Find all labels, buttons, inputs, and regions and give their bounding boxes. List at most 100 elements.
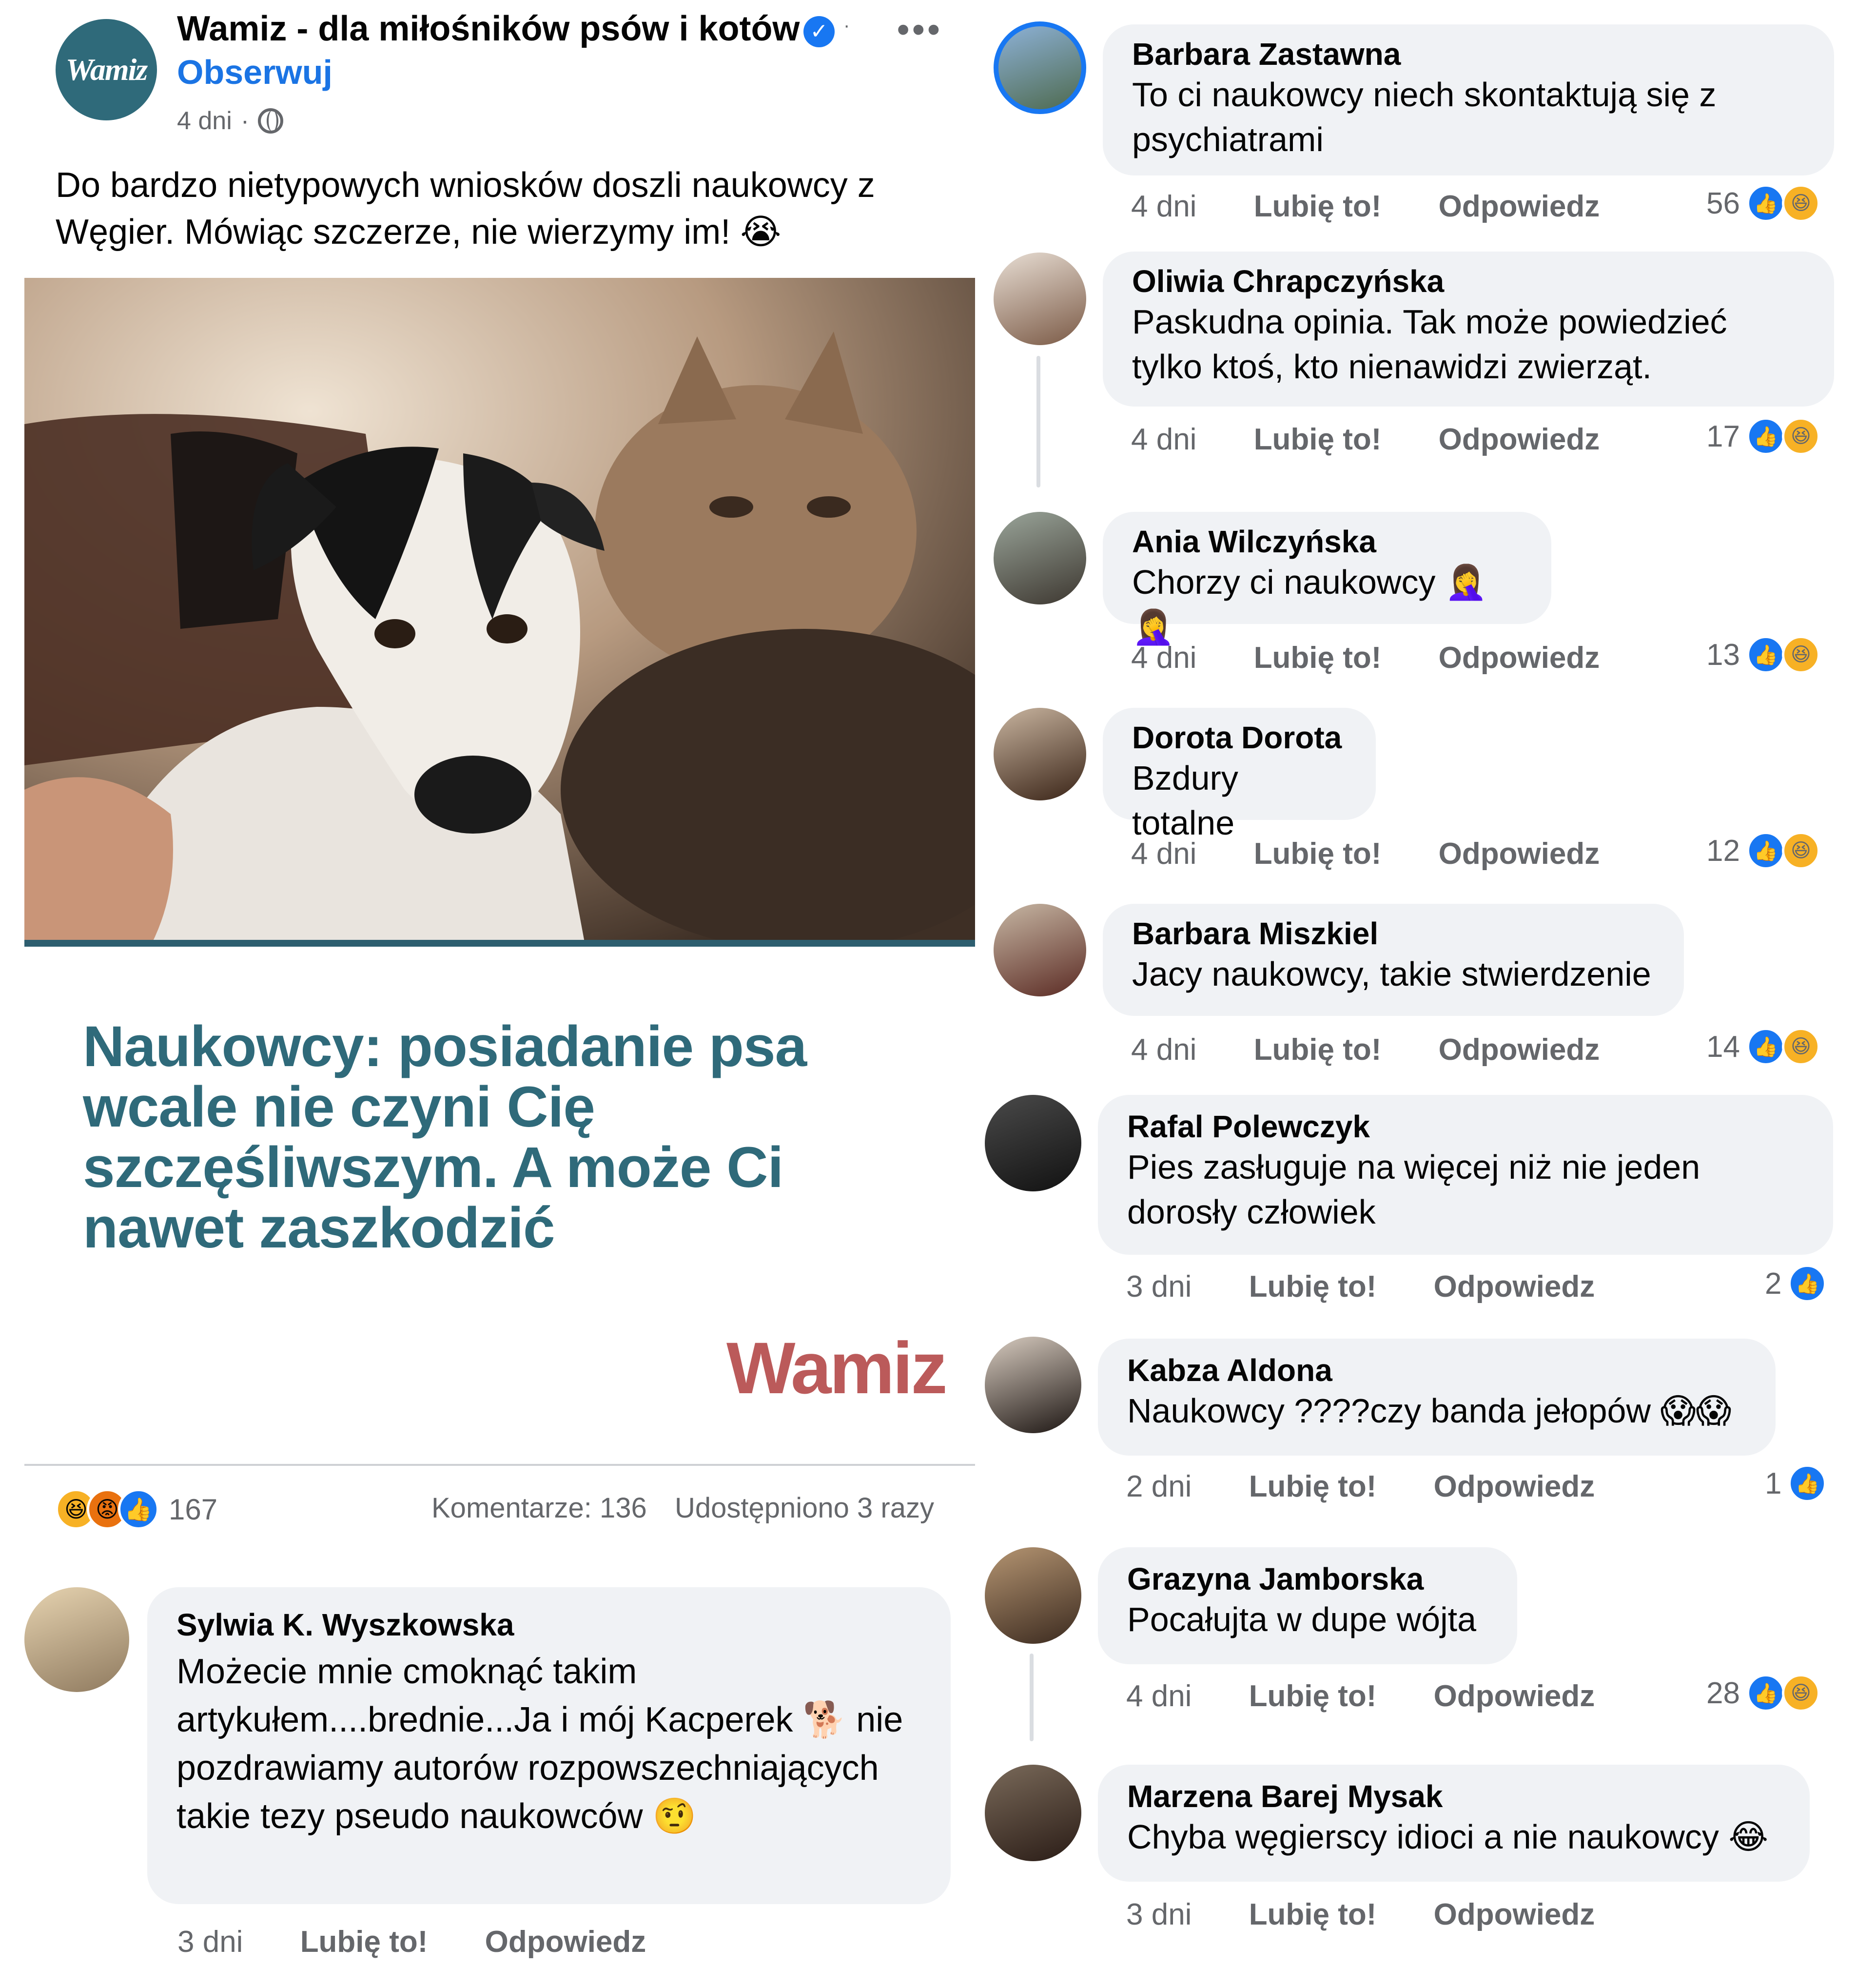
reply-comment-button[interactable]: Odpowiedz	[1439, 423, 1600, 456]
like-reaction-icon: 👍	[1746, 1674, 1785, 1712]
comment-reactions[interactable]: 28 👍 😆	[1706, 1674, 1820, 1712]
like-reaction-icon: 👍	[1746, 417, 1785, 455]
comment-text: Chorzy ci naukowcy 🤦‍♀️🤦‍♀️	[1132, 563, 1488, 646]
post-image[interactable]	[24, 278, 975, 945]
haha-reaction-icon: 😆	[1781, 832, 1820, 870]
comment-time[interactable]: 3 dni	[177, 1925, 243, 1959]
globe-icon	[258, 108, 284, 134]
comment-author[interactable]: Rafal Polewczyk	[1127, 1109, 1804, 1145]
post-meta: 4 dni ·	[177, 106, 284, 136]
comment-time[interactable]: 4 dni	[1131, 190, 1196, 223]
reply-comment-button[interactable]: Odpowiedz	[1439, 190, 1600, 223]
post-reactions[interactable]: 😆 😡 👍 167	[56, 1489, 217, 1530]
comment-author[interactable]: Sylwia K. Wyszkowska	[176, 1607, 921, 1643]
commenter-avatar[interactable]	[994, 21, 1086, 114]
haha-reaction-icon: 😆	[1781, 1028, 1820, 1066]
like-comment-button[interactable]: Lubię to!	[1249, 1679, 1377, 1713]
comment-author[interactable]: Grazyna Jamborska	[1127, 1561, 1488, 1597]
like-comment-button[interactable]: Lubię to!	[1254, 837, 1382, 871]
comment-reactions[interactable]: 13 👍 😆	[1706, 636, 1820, 674]
like-comment-button[interactable]: Lubię to!	[1249, 1270, 1377, 1304]
commenter-avatar[interactable]	[994, 904, 1086, 996]
comment-reaction-count: 13	[1706, 638, 1740, 672]
page-avatar[interactable]: Wamiz	[56, 19, 157, 120]
comment-reactions[interactable]: 56 👍 😆	[1706, 184, 1820, 222]
comment-reactions[interactable]: 1 👍	[1765, 1464, 1827, 1502]
comment-time[interactable]: 4 dni	[1126, 1679, 1192, 1713]
commenter-avatar[interactable]	[985, 1095, 1081, 1191]
commenter-avatar[interactable]	[994, 708, 1086, 800]
like-reaction-icon: 👍	[1746, 184, 1785, 222]
reply-comment-button[interactable]: Odpowiedz	[1434, 1270, 1595, 1304]
comment-author[interactable]: Barbara Zastawna	[1132, 36, 1805, 72]
haha-reaction-icon: 😆	[1781, 1674, 1820, 1712]
comment-time[interactable]: 4 dni	[1131, 1033, 1196, 1067]
more-options-icon[interactable]: •••	[897, 10, 943, 50]
shares-count-link[interactable]: Udostępniono 3 razy	[675, 1492, 934, 1524]
comment-time[interactable]: 4 dni	[1131, 837, 1196, 871]
comment-author[interactable]: Barbara Miszkiel	[1132, 915, 1655, 952]
comment-bubble: Barbara Zastawna To ci naukowcy niech sk…	[1103, 24, 1834, 175]
comment-reactions[interactable]: 2 👍	[1765, 1265, 1827, 1303]
comment-author[interactable]: Oliwia Chrapczyńska	[1132, 263, 1805, 299]
comment-time[interactable]: 4 dni	[1131, 423, 1196, 456]
comment-bubble: Grazyna Jamborska Pocałujta w dupe wójta	[1098, 1547, 1517, 1664]
comment-reactions[interactable]: 17 👍 😆	[1706, 417, 1820, 455]
reply-comment-button[interactable]: Odpowiedz	[1439, 1033, 1600, 1067]
commenter-avatar[interactable]	[24, 1587, 129, 1692]
like-comment-button[interactable]: Lubię to!	[1254, 190, 1382, 223]
comment-meta: 2 dni Lubię to! Odpowiedz	[1126, 1469, 1595, 1504]
comment-text: Naukowcy ????czy banda jełopów 😱😱	[1127, 1392, 1732, 1430]
comment-reaction-count: 17	[1706, 419, 1740, 453]
comment-bubble: Ania Wilczyńska Chorzy ci naukowcy 🤦‍♀️🤦…	[1103, 512, 1551, 646]
comment-time[interactable]: 2 dni	[1126, 1470, 1192, 1503]
comment-bubble: Barbara Miszkiel Jacy naukowcy, takie st…	[1103, 904, 1684, 1016]
comment-time[interactable]: 4 dni	[1131, 641, 1196, 675]
comment-bubble: Rafal Polewczyk Pies zasługuje na więcej…	[1098, 1095, 1833, 1255]
comment-reaction-count: 1	[1765, 1466, 1782, 1500]
verified-badge-icon: ✓	[803, 16, 835, 47]
post-divider	[24, 1464, 975, 1466]
thread-line	[1030, 1654, 1034, 1741]
comment-author[interactable]: Ania Wilczyńska	[1132, 524, 1522, 560]
like-comment-button[interactable]: Lubię to!	[1254, 641, 1382, 675]
like-reaction-icon: 👍	[1788, 1265, 1827, 1303]
commenter-avatar[interactable]	[985, 1547, 1081, 1644]
like-comment-button[interactable]: Lubię to!	[1249, 1470, 1377, 1503]
reply-comment-button[interactable]: Odpowiedz	[1439, 641, 1600, 675]
reply-comment-button[interactable]: Odpowiedz	[1434, 1898, 1595, 1931]
comment-reactions[interactable]: 12 👍 😆	[1706, 832, 1820, 870]
follow-button[interactable]: Obserwuj	[177, 53, 332, 92]
commenter-avatar[interactable]	[985, 1337, 1081, 1433]
post-time[interactable]: 4 dni	[177, 106, 232, 136]
comment-author[interactable]: Kabza Aldona	[1127, 1352, 1746, 1388]
like-comment-button[interactable]: Lubię to!	[1249, 1898, 1377, 1931]
page-name[interactable]: Wamiz - dla miłośników psów i kotów	[177, 9, 800, 49]
like-comment-button[interactable]: Lubię to!	[1254, 1033, 1382, 1067]
comment-time[interactable]: 3 dni	[1126, 1898, 1192, 1931]
reply-comment-button[interactable]: Odpowiedz	[485, 1925, 646, 1959]
reply-comment-button[interactable]: Odpowiedz	[1434, 1679, 1595, 1713]
separator-dot: ·	[843, 15, 850, 36]
comment-text: Pocałujta w dupe wójta	[1127, 1600, 1476, 1638]
like-comment-button[interactable]: Lubię to!	[300, 1925, 428, 1959]
article-headline[interactable]: Naukowcy: posiadanie psa wcale nie czyni…	[83, 1016, 912, 1258]
reply-comment-button[interactable]: Odpowiedz	[1439, 837, 1600, 871]
comment-bubble: Dorota Dorota Bzdury totalne	[1103, 708, 1376, 842]
commenter-avatar[interactable]	[994, 253, 1086, 345]
commenter-avatar[interactable]	[994, 512, 1086, 604]
like-comment-button[interactable]: Lubię to!	[1254, 423, 1382, 456]
comment-author[interactable]: Dorota Dorota	[1132, 720, 1347, 756]
commenter-avatar[interactable]	[985, 1765, 1081, 1861]
comment-bubble: Sylwia K. Wyszkowska Możecie mnie cmokną…	[147, 1587, 951, 1904]
comment-text: Jacy naukowcy, takie stwierdzenie	[1132, 955, 1651, 993]
comments-count-link[interactable]: Komentarze: 136	[431, 1492, 647, 1524]
like-reaction-icon: 👍	[1746, 1028, 1785, 1066]
reaction-count: 167	[169, 1493, 218, 1526]
comment-time[interactable]: 3 dni	[1126, 1270, 1192, 1304]
like-reaction-icon: 👍	[118, 1489, 159, 1530]
comment-reactions[interactable]: 14 👍 😆	[1706, 1028, 1820, 1066]
comment-text: Pies zasługuje na więcej niż nie jeden d…	[1127, 1148, 1700, 1231]
comment-author[interactable]: Marzena Barej Mysak	[1127, 1778, 1780, 1814]
reply-comment-button[interactable]: Odpowiedz	[1434, 1470, 1595, 1503]
